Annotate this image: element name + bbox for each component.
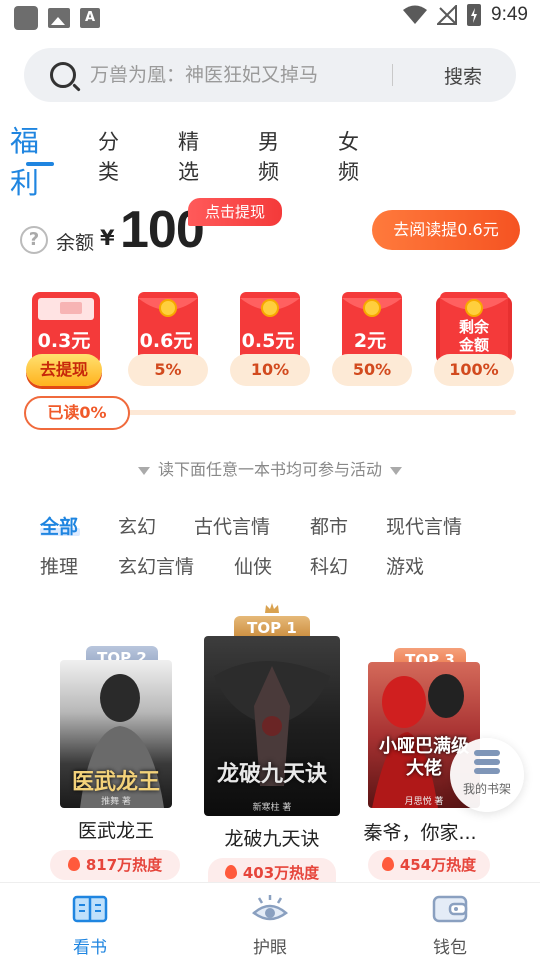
heat-value: 817万热度	[85, 856, 163, 874]
category-mystery[interactable]: 推理	[40, 552, 78, 579]
heat-badge: 454万热度	[368, 850, 490, 880]
status-bar: A 9:49	[0, 0, 540, 36]
help-icon[interactable]: ?	[20, 226, 48, 254]
nav-eye-care[interactable]: 护眼	[180, 883, 360, 960]
envelope-amount: 0.3元	[37, 330, 91, 352]
category-urban[interactable]: 都市	[310, 512, 348, 539]
book-title: 医武龙王	[77, 820, 154, 842]
envelope-progress: 5%	[128, 354, 208, 386]
triangle-down-icon	[137, 466, 150, 475]
category-all[interactable]: 全部	[40, 512, 78, 539]
triangle-down-icon	[390, 466, 402, 475]
wifi-icon	[403, 5, 428, 24]
activity-hint: 读下面任意一本书均可参与活动	[0, 456, 540, 480]
heat-badge: 403万热度	[208, 858, 336, 882]
fire-icon	[67, 857, 80, 871]
search-input[interactable]	[90, 60, 360, 90]
bookshelf-icon	[474, 750, 500, 774]
envelope-amount: 0.5元	[241, 330, 295, 352]
tab-category[interactable]: 分类	[98, 126, 119, 186]
envelope-amount: 剩余金额	[458, 318, 489, 354]
heat-badge: 817万热度	[50, 850, 180, 880]
bookshelf-label: 我的书架	[462, 782, 511, 796]
read-progress-track	[126, 410, 516, 415]
battery-icon	[467, 4, 482, 26]
search-icon	[50, 62, 76, 88]
heat-value: 403万热度	[242, 864, 320, 882]
bottom-nav: 看书 护眼 钱包	[0, 882, 540, 960]
category-scifi[interactable]: 科幻	[310, 552, 348, 579]
system-icons: 9:49	[403, 4, 528, 26]
nav-label: 钱包	[433, 938, 467, 958]
book-title: 秦爷，你家...	[363, 822, 477, 844]
read-withdraw-button[interactable]: 去阅读提0.6元	[372, 210, 520, 250]
envelope-amount: 2元	[353, 330, 387, 352]
category-xianxia[interactable]: 仙侠	[234, 552, 272, 579]
envelope-amount: 0.6元	[139, 330, 193, 352]
nav-wallet[interactable]: 钱包	[360, 883, 540, 960]
bookshelf-button[interactable]: 我的书架	[450, 738, 524, 812]
nav-read[interactable]: 看书	[0, 883, 180, 960]
withdraw-tag[interactable]: 点击提现	[188, 198, 282, 226]
wallet-icon	[432, 895, 468, 923]
balance-label: 余额	[56, 232, 95, 254]
read-progress-badge: 已读0%	[24, 396, 130, 430]
envelope-progress: 50%	[332, 354, 412, 386]
eye-icon	[252, 895, 288, 921]
tab-male[interactable]: 男频	[258, 126, 279, 186]
heat-value: 454万热度	[399, 856, 477, 874]
category-game[interactable]: 游戏	[386, 552, 424, 579]
cover-art	[214, 661, 330, 786]
withdraw-now-button[interactable]: 去提现	[26, 354, 102, 386]
category-ancient-romance[interactable]: 古代言情	[194, 512, 270, 539]
tab-female[interactable]: 女频	[338, 126, 359, 186]
cover-author: 新寒柱 著	[252, 803, 292, 813]
crown-icon	[265, 603, 279, 613]
tab-welfare[interactable]: 福利	[10, 118, 39, 202]
search-bar[interactable]: 搜索	[24, 48, 516, 102]
category-fantasy-romance[interactable]: 玄幻言情	[118, 552, 194, 579]
image-notification-icon	[48, 8, 70, 28]
clock: 9:49	[491, 4, 528, 25]
envelope-progress: 10%	[230, 354, 310, 386]
fire-icon	[381, 857, 394, 871]
no-signal-icon	[437, 5, 458, 25]
category-modern-romance[interactable]: 现代言情	[386, 512, 462, 539]
search-button[interactable]: 搜索	[444, 62, 524, 88]
book-title: 龙破九天诀	[224, 828, 320, 850]
fire-icon	[224, 865, 237, 879]
tab-featured[interactable]: 精选	[178, 126, 199, 186]
search-divider	[392, 64, 393, 86]
hint-text: 读下面任意一本书均可参与活动	[157, 460, 382, 479]
book-cover: 龙破九天诀 新寒柱 著	[204, 636, 340, 816]
cover-author: 推舞 著	[101, 797, 131, 807]
app-notification-icon	[14, 6, 38, 30]
notification-icons: A	[14, 6, 100, 30]
nav-label: 护眼	[253, 938, 287, 958]
book-cover: 医武龙王 推舞 著	[60, 660, 172, 808]
category-xuanhuan[interactable]: 玄幻	[118, 512, 156, 539]
cover-title: 龙破九天诀	[216, 761, 327, 787]
nav-label: 看书	[73, 938, 107, 958]
tab-underline	[26, 162, 54, 166]
font-notification-icon: A	[80, 8, 100, 28]
envelope-progress: 100%	[434, 354, 514, 386]
cover-title: 医武龙王	[71, 769, 160, 795]
book-icon	[72, 895, 108, 923]
balance-currency: ¥	[100, 226, 115, 250]
